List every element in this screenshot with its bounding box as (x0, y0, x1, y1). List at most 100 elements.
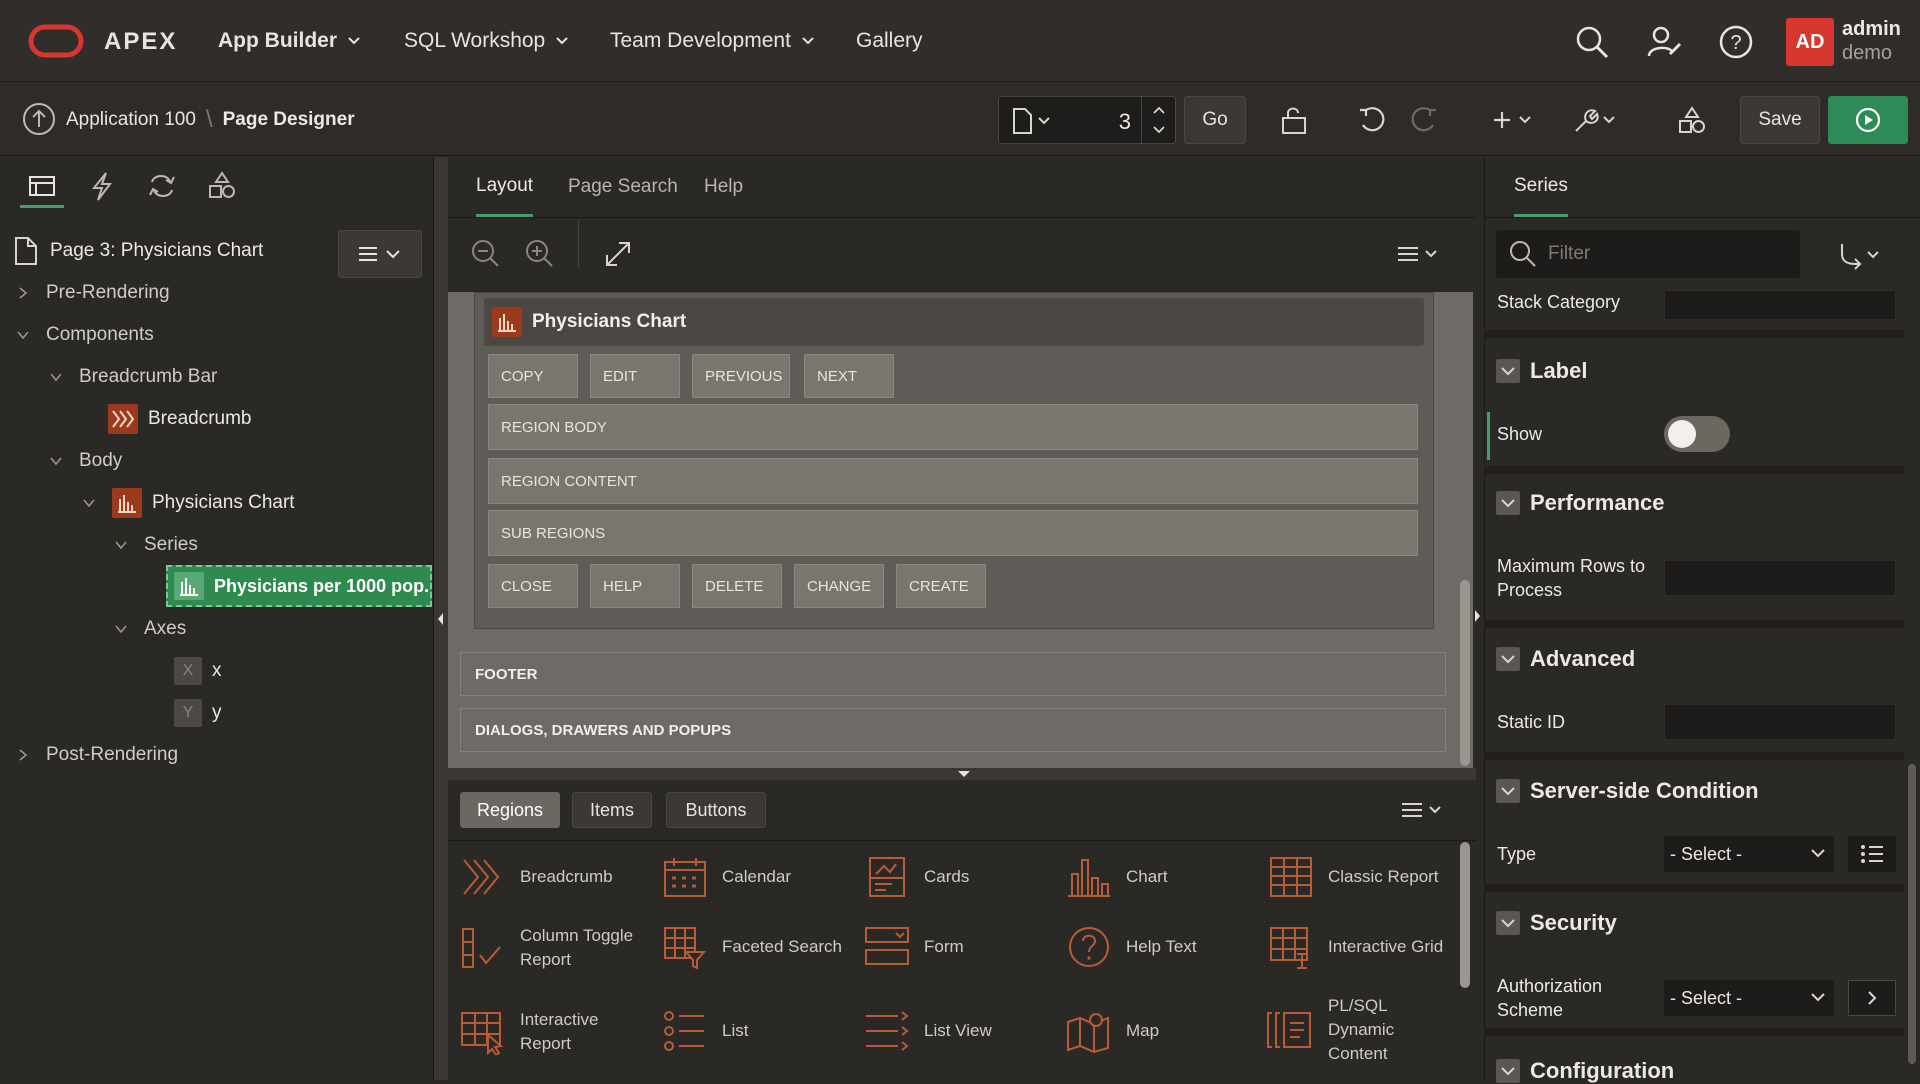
tree-pre-rendering[interactable]: Pre-Rendering (16, 276, 170, 310)
position-close[interactable]: CLOSE (488, 564, 578, 608)
tab-help[interactable]: Help (704, 157, 743, 217)
apex-brand[interactable]: APEX (104, 28, 177, 56)
gallery-item[interactable]: Form (862, 924, 1052, 970)
breadcrumb-application[interactable]: Application 100 (66, 109, 196, 131)
tab-page-search[interactable]: Page Search (568, 157, 678, 217)
gallery-item[interactable]: Map (1064, 1008, 1254, 1054)
gallery-item[interactable]: Help Text (1064, 924, 1254, 970)
tree-series[interactable]: Series (114, 528, 198, 562)
go-button[interactable]: Go (1184, 96, 1246, 144)
position-sub-regions[interactable]: SUB REGIONS (488, 510, 1418, 556)
tab-series[interactable]: Series (1514, 157, 1568, 217)
position-delete[interactable]: DELETE (692, 564, 782, 608)
section-performance[interactable]: Performance (1496, 490, 1665, 516)
up-arrow-icon[interactable] (22, 102, 56, 136)
tree-body[interactable]: Body (49, 444, 122, 478)
help-icon[interactable]: ? (1718, 24, 1754, 60)
gallery-item[interactable]: PL/SQL Dynamic Content (1266, 994, 1466, 1066)
gallery-tab-items[interactable]: Items (572, 792, 652, 828)
gallery-item[interactable]: Calendar (660, 854, 850, 900)
gallery-item[interactable]: Interactive Report (458, 1008, 648, 1056)
lock-icon[interactable] (1274, 100, 1314, 140)
left-splitter[interactable] (434, 157, 448, 1080)
gallery-item[interactable]: List View (862, 1008, 1052, 1054)
search-icon[interactable] (1574, 24, 1610, 60)
position-next[interactable]: NEXT (804, 354, 894, 398)
gallery-item[interactable]: Chart (1064, 854, 1254, 900)
position-copy[interactable]: COPY (488, 354, 578, 398)
stack-category-field[interactable] (1664, 290, 1896, 320)
gallery-item[interactable]: Faceted Search (660, 924, 860, 970)
position-dialogs[interactable]: DIALOGS, DRAWERS AND POPUPS (460, 708, 1446, 752)
max-rows-field[interactable] (1664, 560, 1896, 596)
region-header[interactable]: Physicians Chart (484, 298, 1424, 346)
tab-layout[interactable]: Layout (476, 157, 534, 217)
property-filter[interactable]: Filter (1496, 230, 1800, 278)
user-menu[interactable]: admin demo (1842, 17, 1901, 65)
tab-dynamic-actions[interactable] (80, 168, 124, 204)
page-number-stepper[interactable] (1141, 97, 1175, 143)
page-title[interactable]: Page 3: Physicians Chart (12, 236, 263, 266)
nav-app-builder[interactable]: App Builder (218, 0, 361, 82)
tree-series-item-selected[interactable]: Physicians per 1000 pop. (166, 565, 432, 607)
gallery-item[interactable]: Classic Report (1266, 854, 1466, 900)
authorization-select[interactable]: - Select - (1664, 980, 1834, 1016)
position-edit[interactable]: EDIT (590, 354, 680, 398)
section-advanced[interactable]: Advanced (1496, 646, 1635, 672)
tree-axis-y[interactable]: Y y (174, 696, 222, 730)
section-label[interactable]: Label (1496, 358, 1587, 384)
tab-rendering[interactable] (20, 168, 64, 208)
page-icon[interactable] (1011, 107, 1051, 135)
type-list-icon[interactable] (1848, 836, 1896, 872)
undo-icon[interactable] (1352, 100, 1392, 140)
gallery-item[interactable]: Breadcrumb (458, 854, 648, 900)
tree-axis-x[interactable]: X x (174, 654, 222, 688)
utilities-wrench-icon[interactable] (1570, 100, 1620, 140)
position-change[interactable]: CHANGE (794, 564, 884, 608)
gallery-item[interactable]: Interactive Grid (1266, 924, 1466, 970)
position-footer[interactable]: FOOTER (460, 652, 1446, 696)
gallery-menu-icon[interactable] (1400, 796, 1446, 824)
tree-breadcrumb[interactable]: Breadcrumb (108, 402, 252, 436)
avatar[interactable]: AD (1786, 18, 1834, 66)
gallery-item[interactable]: Cards (862, 854, 1052, 900)
oracle-logo-icon[interactable] (28, 24, 84, 58)
show-toggle[interactable] (1664, 416, 1730, 452)
position-create[interactable]: CREATE (896, 564, 986, 608)
section-configuration[interactable]: Configuration (1496, 1058, 1674, 1084)
tree-physicians-chart[interactable]: Physicians Chart (82, 486, 295, 520)
tree-axes[interactable]: Axes (114, 612, 186, 646)
expand-icon[interactable] (602, 238, 634, 270)
static-id-field[interactable] (1664, 704, 1896, 740)
save-button[interactable]: Save (1740, 96, 1820, 144)
page-selector[interactable]: 3 (998, 96, 1176, 144)
property-scrollbar[interactable] (1908, 764, 1916, 1064)
nav-gallery[interactable]: Gallery (856, 0, 923, 82)
page-number-input[interactable]: 3 (1099, 109, 1131, 135)
tree-menu-button[interactable] (338, 230, 422, 278)
zoom-out-icon[interactable] (470, 238, 502, 270)
gallery-tab-buttons[interactable]: Buttons (666, 792, 766, 828)
tree-breadcrumb-bar[interactable]: Breadcrumb Bar (49, 360, 217, 394)
shared-components-icon[interactable] (1672, 100, 1712, 140)
authorization-goto-icon[interactable] (1848, 980, 1896, 1016)
position-region-content[interactable]: REGION CONTENT (488, 458, 1418, 504)
zoom-in-icon[interactable] (524, 238, 556, 270)
position-previous[interactable]: PREVIOUS (692, 354, 790, 398)
type-select[interactable]: - Select - (1664, 836, 1834, 872)
canvas-scrollbar[interactable] (1460, 580, 1470, 766)
nav-team-development[interactable]: Team Development (610, 0, 815, 82)
gallery-tab-regions[interactable]: Regions (460, 792, 560, 828)
collapse-right-icon[interactable] (1470, 606, 1484, 626)
position-help[interactable]: HELP (590, 564, 680, 608)
tab-processing[interactable] (140, 168, 184, 204)
tree-post-rendering[interactable]: Post-Rendering (16, 738, 178, 772)
administration-icon[interactable] (1646, 24, 1682, 60)
tree-components[interactable]: Components (16, 318, 154, 352)
gallery-item[interactable]: List (660, 1008, 850, 1054)
layout-menu-icon[interactable] (1396, 240, 1442, 268)
tab-shared-components[interactable] (200, 168, 244, 204)
run-page-button[interactable] (1828, 96, 1908, 144)
gallery-item[interactable]: Column Toggle Report (458, 924, 648, 972)
create-menu-plus-icon[interactable] (1490, 100, 1536, 140)
